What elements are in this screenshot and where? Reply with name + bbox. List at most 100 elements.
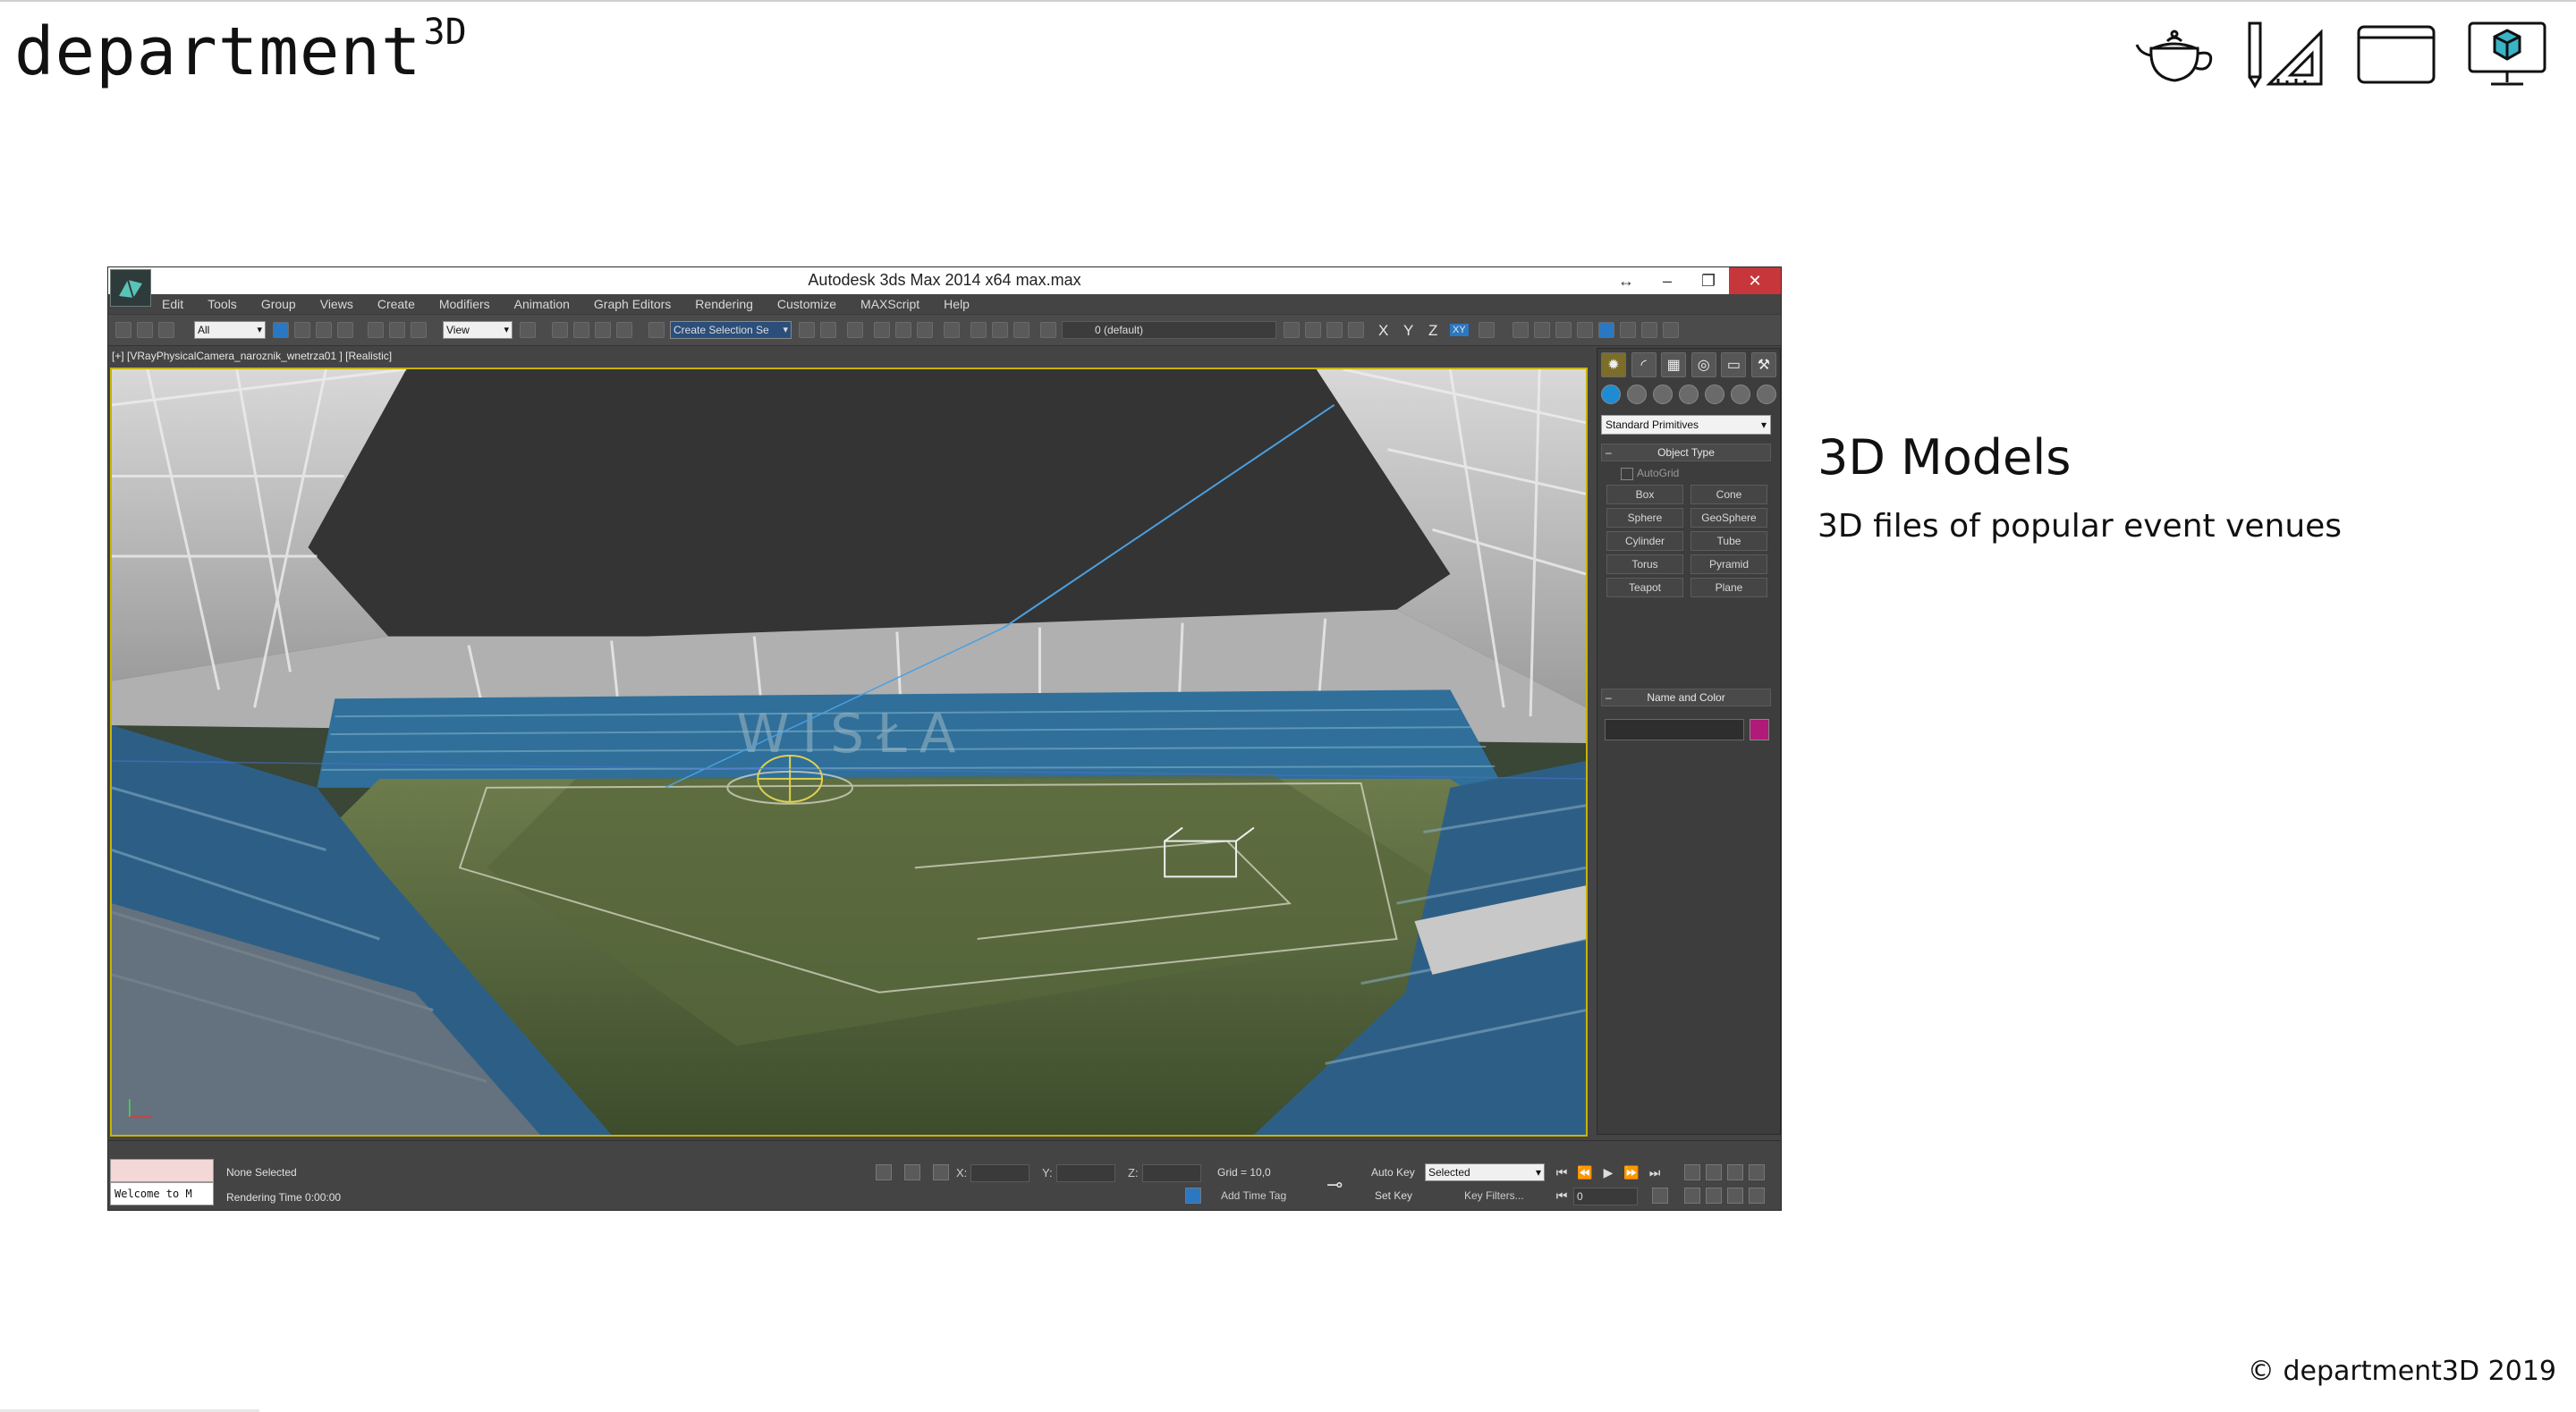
maxscript-welcome[interactable]: Welcome to M <box>110 1182 214 1205</box>
key-mode-select[interactable]: Selected <box>1425 1163 1545 1181</box>
orbit-icon[interactable] <box>1727 1188 1743 1204</box>
add-to-layer-icon[interactable] <box>1305 322 1321 338</box>
create-tab-icon[interactable]: ✹ <box>1601 352 1626 377</box>
cylinder-button[interactable]: Cylinder <box>1606 531 1683 551</box>
lock-selection-icon[interactable] <box>904 1164 920 1180</box>
menu-help[interactable]: Help <box>944 297 970 311</box>
rendered-frame-window-icon[interactable] <box>970 322 987 338</box>
angle-snap-icon[interactable] <box>573 322 589 338</box>
material-editor-icon[interactable] <box>917 322 933 338</box>
window-crossing-icon[interactable] <box>337 322 353 338</box>
modify-tab-icon[interactable]: ◜ <box>1631 352 1657 377</box>
go-to-end-icon[interactable]: ⏭ <box>1645 1163 1665 1182</box>
monitor-cube-icon[interactable] <box>2463 18 2551 89</box>
extras-mirror-icon[interactable] <box>1663 322 1679 338</box>
menu-rendering[interactable]: Rendering <box>695 297 753 311</box>
absolute-mode-icon[interactable] <box>933 1164 949 1180</box>
object-type-rollout[interactable]: Object Type <box>1601 444 1771 461</box>
extras-autogrid-icon[interactable] <box>1620 322 1636 338</box>
geosphere-button[interactable]: GeoSphere <box>1690 508 1767 528</box>
x-coordinate-field[interactable] <box>970 1164 1030 1182</box>
cameras-icon[interactable] <box>1679 385 1699 404</box>
y-coordinate-field[interactable] <box>1056 1164 1115 1182</box>
object-color-swatch[interactable] <box>1750 719 1769 740</box>
extras-array2-icon[interactable] <box>1641 322 1657 338</box>
close-button[interactable]: ✕ <box>1729 267 1781 294</box>
axis-x-button[interactable]: X <box>1378 322 1388 340</box>
extras-grid-icon[interactable] <box>1598 322 1614 338</box>
geometry-icon[interactable] <box>1601 385 1621 404</box>
cone-button[interactable]: Cone <box>1690 485 1767 504</box>
axis-xy-button[interactable]: XY <box>1450 324 1469 336</box>
layer-manager-icon[interactable] <box>847 322 863 338</box>
axis-constraint-icon[interactable] <box>1479 322 1495 338</box>
teapot-button[interactable]: Teapot <box>1606 578 1683 597</box>
menu-modifiers[interactable]: Modifiers <box>439 297 490 311</box>
autogrid-checkbox[interactable]: AutoGrid <box>1620 467 1679 480</box>
zoom-extents-icon[interactable] <box>1727 1164 1743 1180</box>
utilities-tab-icon[interactable]: ⚒ <box>1750 352 1776 377</box>
object-name-field[interactable] <box>1605 719 1744 740</box>
bind-space-warp-icon[interactable] <box>158 322 174 338</box>
menu-maxscript[interactable]: MAXScript <box>860 297 919 311</box>
time-config-icon[interactable] <box>1652 1188 1668 1204</box>
percent-snap-icon[interactable] <box>595 322 611 338</box>
lights-icon[interactable] <box>1653 385 1673 404</box>
extras-snapshot-icon[interactable] <box>1534 322 1550 338</box>
create-layer-icon[interactable] <box>1284 322 1300 338</box>
set-current-layer-icon[interactable] <box>1348 322 1364 338</box>
named-selection-set-select[interactable]: Create Selection Se <box>670 321 792 339</box>
name-and-color-rollout[interactable]: Name and Color <box>1601 689 1771 706</box>
previous-frame-icon[interactable]: ⏪ <box>1575 1163 1595 1182</box>
curve-editor-icon[interactable] <box>874 322 890 338</box>
maxscript-listener-mini[interactable] <box>110 1159 214 1182</box>
shapes-icon[interactable] <box>1627 385 1647 404</box>
play-icon[interactable]: ▶ <box>1598 1163 1618 1182</box>
axis-y-button[interactable]: Y <box>1403 322 1413 340</box>
menu-animation[interactable]: Animation <box>514 297 570 311</box>
motion-tab-icon[interactable]: ◎ <box>1690 352 1716 377</box>
spinner-snap-icon[interactable] <box>616 322 632 338</box>
key-icon[interactable]: ⊸ <box>1326 1173 1343 1196</box>
axis-z-button[interactable]: Z <box>1428 322 1437 340</box>
site-logo[interactable]: department 3D <box>14 7 467 97</box>
align-icon[interactable] <box>820 322 836 338</box>
zoom-extents-all-icon[interactable] <box>1749 1164 1765 1180</box>
extras-array-icon[interactable] <box>1513 322 1529 338</box>
selection-filter-select[interactable]: All <box>194 321 266 339</box>
hierarchy-tab-icon[interactable]: ▦ <box>1661 352 1687 377</box>
restore-button[interactable]: ❐ <box>1688 267 1729 294</box>
pyramid-button[interactable]: Pyramid <box>1690 554 1767 574</box>
go-to-start-icon[interactable]: ⏮ <box>1552 1163 1572 1182</box>
mirror-icon[interactable] <box>799 322 815 338</box>
current-frame-field[interactable]: 0 <box>1573 1188 1638 1205</box>
helpers-icon[interactable] <box>1705 385 1724 404</box>
auto-key-button[interactable]: Auto Key <box>1371 1166 1415 1179</box>
select-object-icon[interactable] <box>273 322 289 338</box>
key-mode-toggle-icon[interactable]: ⏮ <box>1552 1186 1572 1205</box>
key-filters-button[interactable]: Key Filters... <box>1464 1189 1524 1202</box>
zoom-icon[interactable] <box>1684 1164 1700 1180</box>
link-icon[interactable] <box>115 322 131 338</box>
menu-create[interactable]: Create <box>377 297 415 311</box>
box-button[interactable]: Box <box>1606 485 1683 504</box>
sphere-button[interactable]: Sphere <box>1606 508 1683 528</box>
time-tag-icon[interactable] <box>1185 1188 1201 1204</box>
space-warps-icon[interactable] <box>1731 385 1750 404</box>
move-icon[interactable] <box>368 322 384 338</box>
extras-clone-icon[interactable] <box>1577 322 1593 338</box>
menu-views[interactable]: Views <box>320 297 353 311</box>
drafting-pencil-ruler-icon[interactable] <box>2241 18 2329 89</box>
render-iterative-icon[interactable] <box>1013 322 1030 338</box>
pivot-center-icon[interactable] <box>520 322 536 338</box>
menu-customize[interactable]: Customize <box>777 297 836 311</box>
next-frame-icon[interactable]: ⏩ <box>1622 1163 1641 1182</box>
primitive-category-select[interactable]: Standard Primitives <box>1601 415 1771 435</box>
viewport-3d[interactable]: WISŁA <box>110 368 1588 1137</box>
tube-button[interactable]: Tube <box>1690 531 1767 551</box>
zoom-all-icon[interactable] <box>1706 1164 1722 1180</box>
set-key-button[interactable]: Set Key <box>1375 1189 1412 1202</box>
teapot-icon[interactable] <box>2131 18 2218 89</box>
manage-layers-icon[interactable] <box>1040 322 1056 338</box>
display-tab-icon[interactable]: ▭ <box>1721 352 1747 377</box>
